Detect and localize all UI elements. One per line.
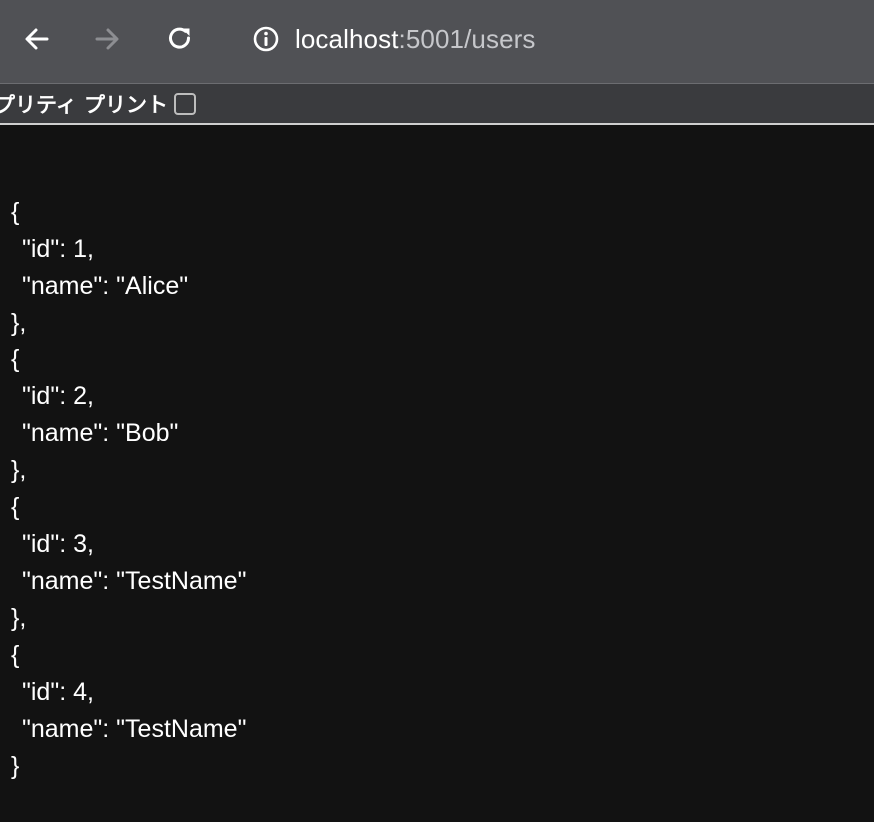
json-line: { [11, 641, 20, 669]
json-line: "name": "Alice" [22, 272, 189, 300]
address-bar[interactable]: localhost:5001/users [252, 19, 536, 59]
json-line: }, [11, 309, 27, 337]
pretty-print-label: プリティ プリント [0, 92, 169, 117]
back-arrow-icon [25, 28, 49, 50]
forward-arrow-icon [95, 28, 119, 50]
reload-button[interactable] [160, 19, 200, 59]
json-line: { [11, 198, 20, 226]
back-button[interactable] [17, 19, 57, 59]
json-line: "name": "TestName" [22, 567, 247, 595]
json-line: { [11, 345, 20, 373]
reload-icon [169, 27, 191, 49]
json-line: { [11, 493, 20, 521]
pretty-print-checkbox[interactable] [174, 92, 197, 115]
json-line: "name": "Bob" [22, 419, 179, 447]
json-line: "id": 3, [22, 530, 94, 558]
json-line: "id": 4, [22, 678, 94, 706]
url-path: :5001/users [398, 23, 536, 54]
pretty-print-bar: プリティ プリント [0, 84, 874, 125]
json-line: } [11, 752, 20, 780]
json-line: "name": "TestName" [22, 715, 247, 743]
json-line: }, [11, 604, 27, 632]
browser-toolbar: localhost:5001/users [0, 0, 874, 84]
info-icon[interactable] [252, 25, 280, 53]
json-line: }, [11, 456, 27, 484]
json-line: "id": 2, [22, 382, 94, 410]
url-host: localhost [295, 23, 399, 54]
json-line: "id": 1, [22, 235, 94, 263]
forward-button[interactable] [87, 19, 127, 59]
